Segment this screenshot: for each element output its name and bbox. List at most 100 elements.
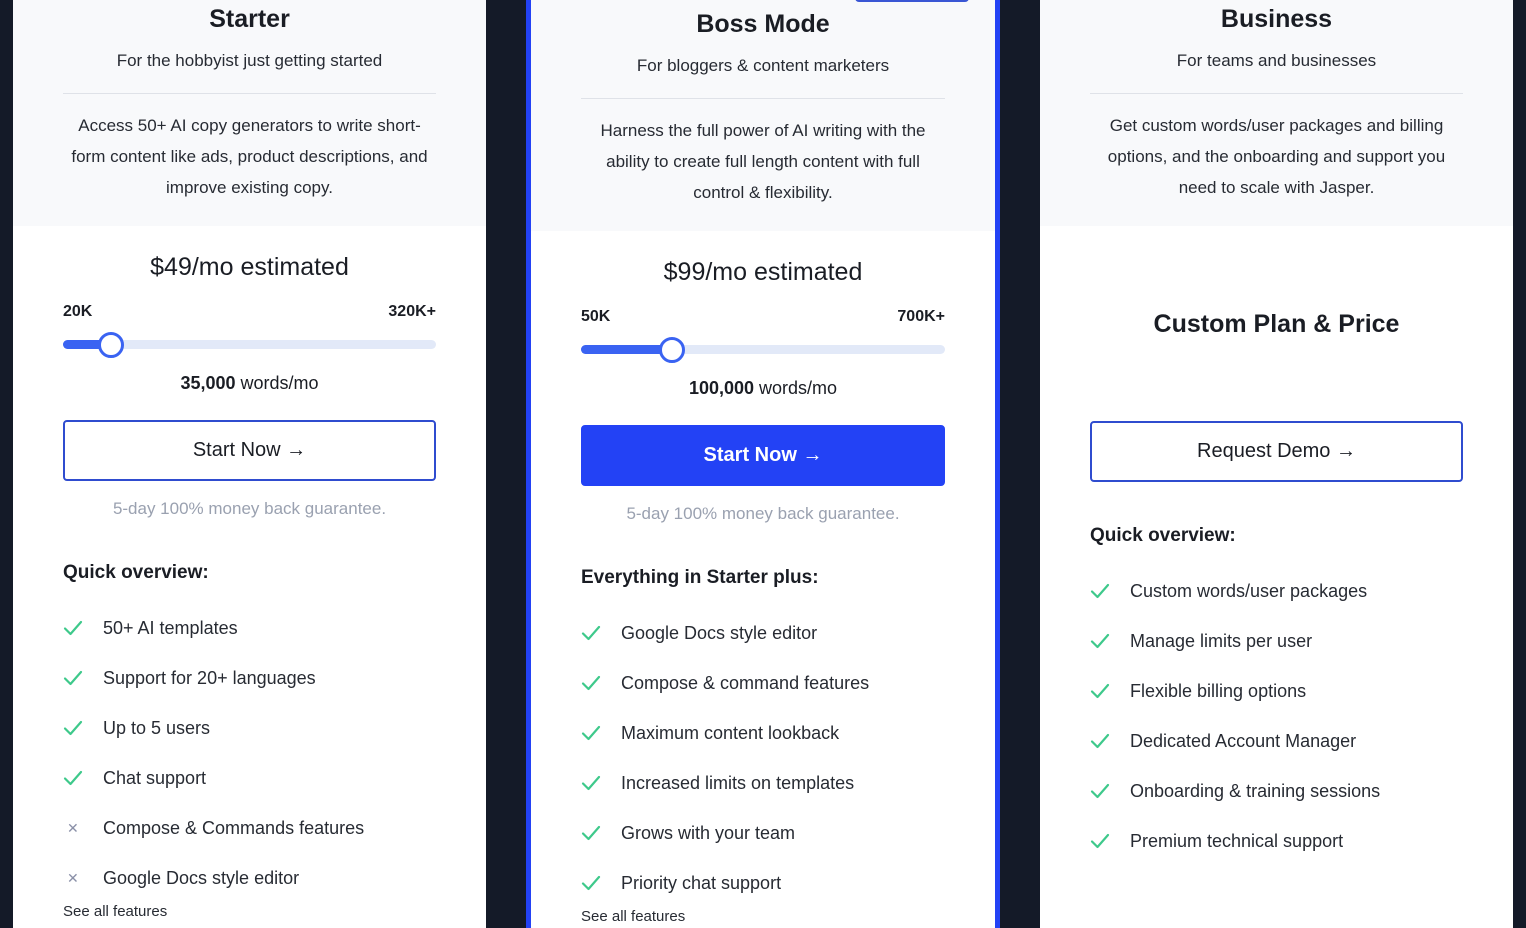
plan-header: Business For teams and businesses Get cu… xyxy=(1040,0,1513,226)
check-icon xyxy=(581,875,621,891)
price-estimate: $49/mo estimated xyxy=(150,253,349,281)
see-all-features-link[interactable]: See all features xyxy=(63,903,167,920)
feature-item: Google Docs style editor xyxy=(581,608,945,658)
slider-min-label: 50K xyxy=(581,308,611,325)
check-icon xyxy=(1090,683,1130,699)
feature-list: 50+ AI templates Support for 20+ language… xyxy=(63,603,436,903)
slider-min-label: 20K xyxy=(63,303,93,320)
slider-thumb[interactable] xyxy=(659,337,685,363)
feature-item: ✕ Compose & Commands features xyxy=(63,803,436,853)
feature-label: Grows with your team xyxy=(621,822,796,843)
feature-item: Up to 5 users xyxy=(63,703,436,753)
divider xyxy=(581,98,945,99)
feature-label: Google Docs style editor xyxy=(621,622,818,643)
feature-item: Grows with your team xyxy=(581,808,945,858)
words-slider[interactable] xyxy=(581,336,945,363)
feature-label: Custom words/user packages xyxy=(1130,580,1368,601)
words-per-month: 100,000 words/mo xyxy=(581,378,945,399)
check-icon xyxy=(63,770,103,786)
feature-label: Onboarding & training sessions xyxy=(1130,780,1381,801)
feature-item: Priority chat support xyxy=(581,858,945,908)
plan-description: Access 50+ AI copy generators to write s… xyxy=(71,116,428,197)
words-unit: words/mo xyxy=(235,373,319,393)
feature-item: Premium technical support xyxy=(1090,816,1463,866)
feature-label: Up to 5 users xyxy=(103,717,211,738)
feature-list: Custom words/user packages Manage limits … xyxy=(1090,566,1463,866)
feature-item: Flexible billing options xyxy=(1090,666,1463,716)
features-heading: Quick overview: xyxy=(1090,525,1236,546)
feature-item: Increased limits on templates xyxy=(581,758,945,808)
plan-header: Boss Mode For bloggers & content markete… xyxy=(531,0,995,231)
feature-item: Maximum content lookback xyxy=(581,708,945,758)
plan-name: Boss Mode xyxy=(696,10,830,38)
check-icon xyxy=(1090,783,1130,799)
check-icon xyxy=(581,775,621,791)
feature-item: Onboarding & training sessions xyxy=(1090,766,1463,816)
slider-thumb[interactable] xyxy=(98,332,125,358)
feature-label: Flexible billing options xyxy=(1130,680,1307,701)
words-unit: words/mo xyxy=(754,378,838,398)
feature-list: Google Docs style editor Compose & comman… xyxy=(581,608,945,908)
popular-badge xyxy=(855,0,969,2)
price-estimate: $99/mo estimated xyxy=(663,258,863,286)
check-icon xyxy=(63,620,103,636)
words-slider[interactable] xyxy=(63,331,436,358)
feature-label: Manage limits per user xyxy=(1130,630,1313,651)
slider-max-label: 320K+ xyxy=(388,303,436,320)
check-icon xyxy=(581,725,621,741)
see-all-features-link[interactable]: See all features xyxy=(581,908,685,925)
plan-name: Starter xyxy=(209,5,290,33)
feature-item: Chat support xyxy=(63,753,436,803)
feature-label: Google Docs style editor xyxy=(103,867,300,888)
check-icon xyxy=(1090,733,1130,749)
guarantee-note: 5-day 100% money back guarantee. xyxy=(626,504,900,523)
feature-item: Support for 20+ languages xyxy=(63,653,436,703)
check-icon xyxy=(581,625,621,641)
cross-icon: ✕ xyxy=(67,869,79,886)
feature-label: Maximum content lookback xyxy=(621,722,840,743)
features-heading: Everything in Starter plus: xyxy=(581,567,819,588)
feature-item: Manage limits per user xyxy=(1090,616,1463,666)
plan-card-business: Business For teams and businesses Get cu… xyxy=(1040,0,1513,928)
check-icon xyxy=(1090,833,1130,849)
plan-header: Starter For the hobbyist just getting st… xyxy=(13,0,486,226)
feature-item: ✕ Google Docs style editor xyxy=(63,853,436,903)
slider-range-labels: 50K 700K+ xyxy=(581,308,945,326)
feature-label: Premium technical support xyxy=(1130,830,1344,851)
feature-label: Compose & Commands features xyxy=(103,817,365,838)
start-now-button[interactable]: Start Now → xyxy=(581,425,945,486)
check-icon xyxy=(1090,633,1130,649)
check-icon xyxy=(581,675,621,691)
check-icon xyxy=(63,720,103,736)
slider-range-labels: 20K 320K+ xyxy=(63,303,436,321)
divider xyxy=(63,93,436,94)
plan-tagline: For the hobbyist just getting started xyxy=(116,51,383,70)
feature-label: 50+ AI templates xyxy=(103,617,238,638)
check-icon xyxy=(1090,583,1130,599)
feature-label: Chat support xyxy=(103,767,207,788)
features-heading: Quick overview: xyxy=(63,562,209,583)
feature-item: Compose & command features xyxy=(581,658,945,708)
feature-label: Increased limits on templates xyxy=(621,772,855,793)
feature-item: Custom words/user packages xyxy=(1090,566,1463,616)
feature-item: Dedicated Account Manager xyxy=(1090,716,1463,766)
plan-description: Harness the full power of AI writing wit… xyxy=(600,121,926,202)
words-value: 35,000 xyxy=(180,373,236,393)
feature-label: Priority chat support xyxy=(621,872,782,893)
plan-description: Get custom words/user packages and billi… xyxy=(1107,116,1446,197)
words-per-month: 35,000 words/mo xyxy=(63,373,436,394)
slider-max-label: 700K+ xyxy=(897,308,945,325)
request-demo-button[interactable]: Request Demo → xyxy=(1090,421,1463,482)
cross-icon: ✕ xyxy=(67,819,79,836)
plan-card-boss-mode: Boss Mode For bloggers & content markete… xyxy=(526,0,1000,928)
guarantee-note: 5-day 100% money back guarantee. xyxy=(112,499,387,518)
feature-label: Compose & command features xyxy=(621,672,870,693)
start-now-button[interactable]: Start Now → xyxy=(63,420,436,481)
feature-label: Dedicated Account Manager xyxy=(1130,730,1357,751)
divider xyxy=(1090,93,1463,94)
plan-tagline: For bloggers & content marketers xyxy=(636,56,890,75)
feature-label: Support for 20+ languages xyxy=(103,667,316,688)
custom-plan-price: Custom Plan & Price xyxy=(1153,310,1400,338)
check-icon xyxy=(581,825,621,841)
plan-card-starter: Starter For the hobbyist just getting st… xyxy=(13,0,486,928)
